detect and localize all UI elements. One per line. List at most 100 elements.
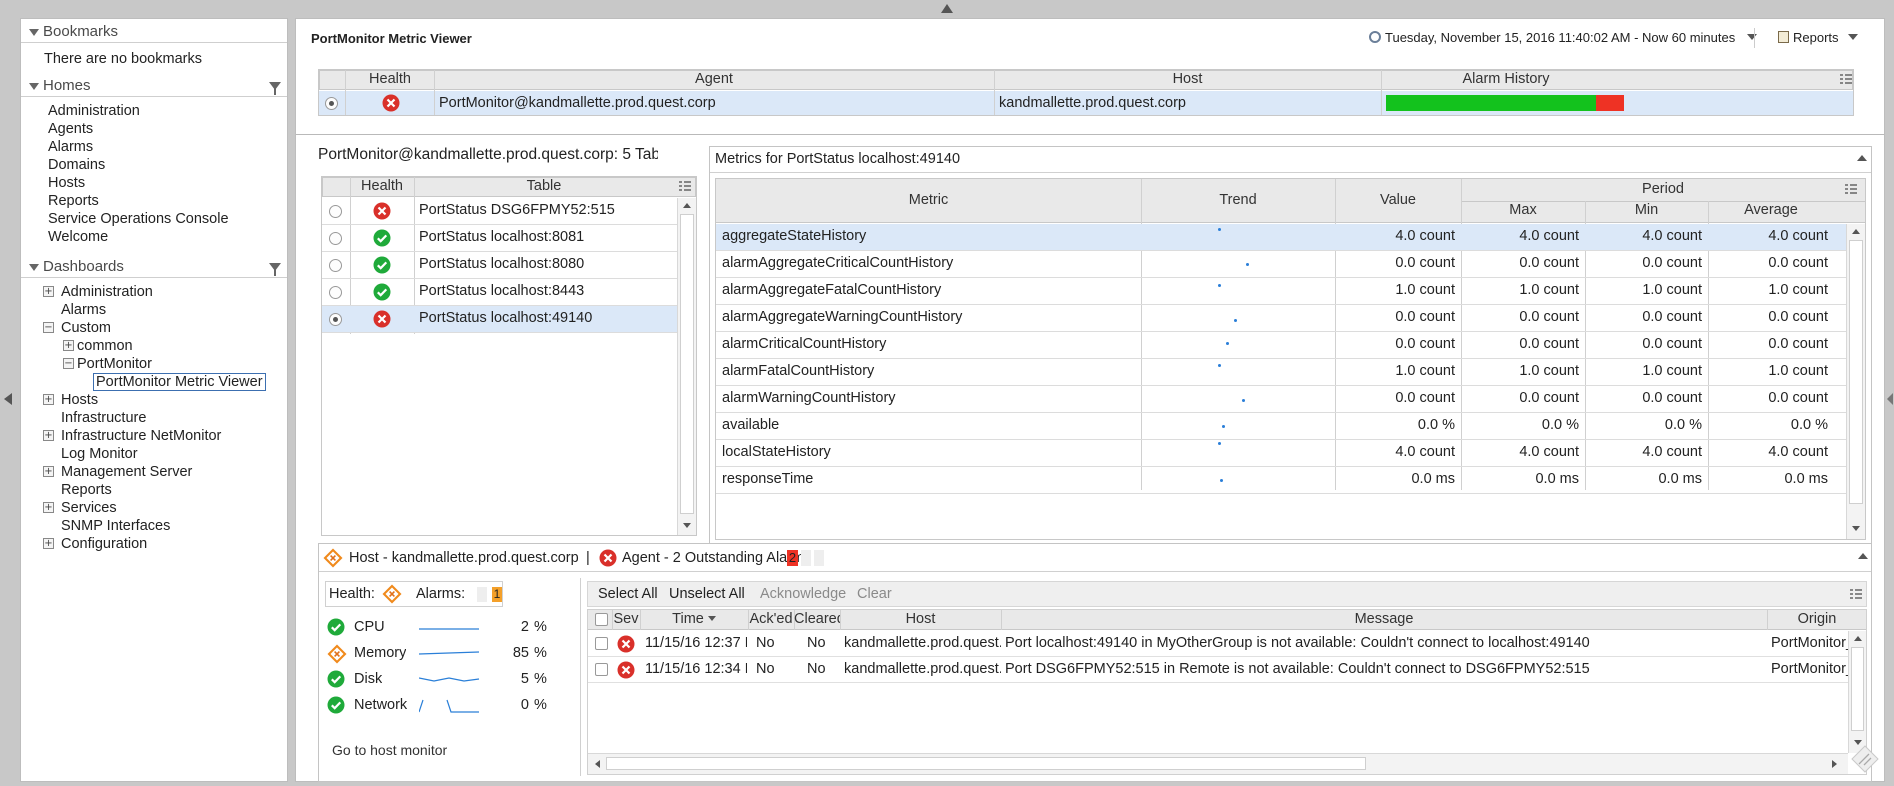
sidebar-item-dashboard[interactable]: PortMonitor Metric Viewer xyxy=(93,373,266,391)
sidebar-item-dashboard[interactable]: SNMP Interfaces xyxy=(61,517,170,535)
row-radio[interactable] xyxy=(329,232,342,245)
sidebar-item-home[interactable]: Welcome xyxy=(48,228,108,246)
vertical-scrollbar[interactable] xyxy=(1846,224,1865,539)
sidebar-item-dashboard[interactable]: common xyxy=(77,337,133,355)
sidebar-item-dashboard[interactable]: Alarms xyxy=(61,301,106,319)
column-header-acked[interactable]: Ack'ed xyxy=(748,611,794,627)
column-header-cleared[interactable]: Cleared xyxy=(794,611,840,627)
column-header-health[interactable]: Health xyxy=(350,178,414,194)
column-header-origin[interactable]: Origin xyxy=(1767,611,1867,627)
clear-button[interactable]: Clear xyxy=(857,586,892,602)
expand-toggle-icon[interactable]: + xyxy=(43,538,54,549)
column-header-time[interactable]: Time xyxy=(640,611,748,627)
reports-menu[interactable]: Reports xyxy=(1778,30,1859,45)
resize-handle-icon[interactable] xyxy=(1850,744,1880,774)
sidebar-item-home[interactable]: Agents xyxy=(48,120,93,138)
sidebar-item-dashboard[interactable]: Management Server xyxy=(61,463,192,481)
column-header-max[interactable]: Max xyxy=(1461,202,1585,218)
sidebar-item-dashboard[interactable]: Infrastructure xyxy=(61,409,146,427)
sidebar-item-dashboard[interactable]: Hosts xyxy=(61,391,98,409)
expand-toggle-icon[interactable]: + xyxy=(43,286,54,297)
row-radio[interactable] xyxy=(329,313,342,326)
sidebar-item-dashboard[interactable]: Infrastructure NetMonitor xyxy=(61,427,221,445)
select-all-checkbox[interactable] xyxy=(595,613,608,626)
column-header-average[interactable]: Average xyxy=(1708,202,1834,218)
column-options-icon[interactable] xyxy=(1840,74,1852,85)
collapse-triangle-icon[interactable] xyxy=(29,264,39,271)
expand-toggle-icon[interactable]: − xyxy=(43,322,54,333)
column-header-host[interactable]: Host xyxy=(840,611,1001,627)
scroll-down-icon[interactable] xyxy=(1852,526,1860,531)
column-header-host[interactable]: Host xyxy=(994,71,1381,87)
sidebar-item-home[interactable]: Alarms xyxy=(48,138,93,156)
sidebar-item-home[interactable]: Administration xyxy=(48,102,140,120)
row-radio[interactable] xyxy=(329,286,342,299)
filter-icon[interactable] xyxy=(269,82,281,95)
row-radio[interactable] xyxy=(329,205,342,218)
column-header-table[interactable]: Table xyxy=(414,178,674,194)
sidebar-item-home[interactable]: Reports xyxy=(48,192,99,210)
column-options-icon[interactable] xyxy=(679,181,691,192)
row-radio[interactable] xyxy=(329,259,342,272)
scroll-left-icon[interactable] xyxy=(595,760,600,768)
sidebar-item-dashboard[interactable]: PortMonitor xyxy=(77,355,152,373)
row-checkbox[interactable] xyxy=(595,663,608,676)
sidebar-item-dashboard[interactable]: Custom xyxy=(61,319,111,337)
expand-toggle-icon[interactable]: + xyxy=(43,466,54,477)
column-header-value[interactable]: Value xyxy=(1335,192,1461,208)
scrollbar-thumb[interactable] xyxy=(680,214,694,514)
bookmarks-header[interactable]: Bookmarks xyxy=(21,21,287,43)
collapse-triangle-icon[interactable] xyxy=(29,83,39,90)
agent-alarms-title[interactable]: Agent - 2 Outstanding Alarms xyxy=(622,550,811,566)
column-header-message[interactable]: Message xyxy=(1001,611,1767,627)
sidebar-item-home[interactable]: Service Operations Console xyxy=(48,210,229,228)
sidebar-item-dashboard[interactable]: Log Monitor xyxy=(61,445,138,463)
column-header-trend[interactable]: Trend xyxy=(1141,192,1335,208)
scroll-right-icon[interactable] xyxy=(1832,760,1837,768)
collapse-panel-icon[interactable] xyxy=(1857,155,1867,161)
column-header-sev[interactable]: Sev xyxy=(612,611,640,627)
row-radio[interactable] xyxy=(325,97,338,110)
scroll-up-icon[interactable] xyxy=(1852,229,1860,234)
column-header-agent[interactable]: Agent xyxy=(434,71,994,87)
expand-toggle-icon[interactable]: − xyxy=(63,358,74,369)
sidebar-item-home[interactable]: Domains xyxy=(48,156,105,174)
sidebar-item-home[interactable]: Hosts xyxy=(48,174,85,192)
scrollbar-thumb[interactable] xyxy=(1849,240,1863,504)
column-header-min[interactable]: Min xyxy=(1585,202,1708,218)
expand-toggle-icon[interactable]: + xyxy=(43,430,54,441)
chevron-down-icon[interactable] xyxy=(1848,34,1859,40)
sidebar-toggle-icon[interactable] xyxy=(4,393,12,405)
chevron-down-icon[interactable] xyxy=(1746,34,1757,40)
homes-header[interactable]: Homes xyxy=(21,75,287,97)
column-header-alarm-history[interactable]: Alarm History xyxy=(1381,71,1631,87)
unselect-all-button[interactable]: Unselect All xyxy=(669,586,745,602)
row-checkbox[interactable] xyxy=(595,637,608,650)
sidebar-item-dashboard[interactable]: Configuration xyxy=(61,535,147,553)
acknowledge-button[interactable]: Acknowledge xyxy=(760,586,846,602)
scrollbar-thumb[interactable] xyxy=(1851,647,1864,731)
horizontal-scrollbar[interactable] xyxy=(588,753,1848,774)
top-collapse-bar[interactable] xyxy=(0,0,1894,18)
vertical-scrollbar[interactable] xyxy=(677,198,696,535)
expand-toggle-icon[interactable]: + xyxy=(43,502,54,513)
host-title[interactable]: Host - kandmallette.prod.quest.corp xyxy=(349,550,579,566)
right-toggle-icon[interactable] xyxy=(1887,393,1893,405)
scroll-up-icon[interactable] xyxy=(1854,636,1862,641)
sidebar-item-dashboard[interactable]: Services xyxy=(61,499,117,517)
go-to-host-monitor-link[interactable]: Go to host monitor xyxy=(332,742,447,758)
expand-toggle-icon[interactable]: + xyxy=(43,394,54,405)
sidebar-item-dashboard[interactable]: Reports xyxy=(61,481,112,499)
collapse-up-icon[interactable] xyxy=(941,4,953,13)
time-range-selector[interactable]: Tuesday, November 15, 2016 11:40:02 AM -… xyxy=(1369,30,1757,45)
dashboards-header[interactable]: Dashboards xyxy=(21,256,287,278)
column-header-metric[interactable]: Metric xyxy=(716,192,1141,208)
collapse-panel-icon[interactable] xyxy=(1858,553,1868,559)
scroll-up-icon[interactable] xyxy=(683,203,691,208)
scrollbar-thumb[interactable] xyxy=(606,757,1366,770)
vertical-scrollbar[interactable] xyxy=(1848,631,1866,753)
column-options-icon[interactable] xyxy=(1850,589,1862,600)
sidebar-item-dashboard[interactable]: Administration xyxy=(61,283,153,301)
collapse-triangle-icon[interactable] xyxy=(29,29,39,36)
filter-icon[interactable] xyxy=(269,263,281,276)
